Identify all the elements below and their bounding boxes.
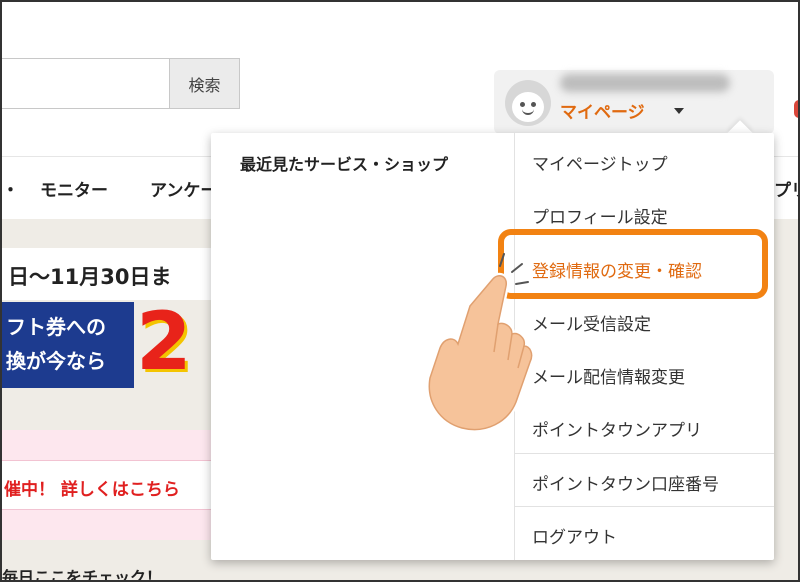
notification-dot-icon[interactable] <box>794 100 798 118</box>
avatar <box>505 80 551 126</box>
nav-item-app[interactable]: プリ <box>774 176 798 201</box>
menu-item-registration[interactable]: 登録情報の変更・確認 <box>532 257 702 282</box>
recent-services-title: 最近見たサービス・ショップ <box>240 155 449 174</box>
banner-line-1: フト券への <box>6 315 106 339</box>
daily-check-heading: 毎日ここをチェック！ <box>2 568 163 582</box>
mypage-label[interactable]: マイページ <box>560 98 645 123</box>
pointing-hand-icon <box>426 253 535 433</box>
nav-item-survey[interactable]: アンケー <box>150 176 217 201</box>
menu-separator <box>515 453 774 454</box>
menu-item-account-number[interactable]: ポイントタウン口座番号 <box>532 470 719 495</box>
campaign-banner-text[interactable]: フト券への 換が今なら <box>2 302 134 388</box>
nav-arrow-icon[interactable]: ・ <box>2 176 19 201</box>
search-button[interactable]: 検索 <box>169 58 240 109</box>
menu-item-profile[interactable]: プロフィール設定 <box>532 203 668 228</box>
blurred-username <box>560 74 730 92</box>
notice-link[interactable]: 催中！ 詳しくはこちら <box>2 460 222 510</box>
search-input[interactable] <box>2 58 170 109</box>
campaign-banner-number[interactable]: 2 <box>136 294 216 390</box>
campaign-banner-date[interactable]: 日〜11月30日ま <box>2 248 222 300</box>
menu-item-mypage-top[interactable]: マイページトップ <box>532 150 668 175</box>
menu-item-app[interactable]: ポイントタウンアプリ <box>532 416 702 441</box>
menu-item-mail-settings[interactable]: メール受信設定 <box>532 310 651 335</box>
banner-line-2: 換が今なら <box>6 349 106 373</box>
menu-item-logout[interactable]: ログアウト <box>532 523 617 548</box>
screenshot-frame: 検索 マイページ ・ モニター アンケー プリ 日〜11月30日ま フト券への … <box>0 0 800 582</box>
menu-item-mail-info[interactable]: メール配信情報変更 <box>532 363 685 388</box>
chevron-down-icon[interactable] <box>674 108 684 114</box>
menu-separator <box>515 506 774 507</box>
nav-item-monitor[interactable]: モニター <box>40 176 108 201</box>
